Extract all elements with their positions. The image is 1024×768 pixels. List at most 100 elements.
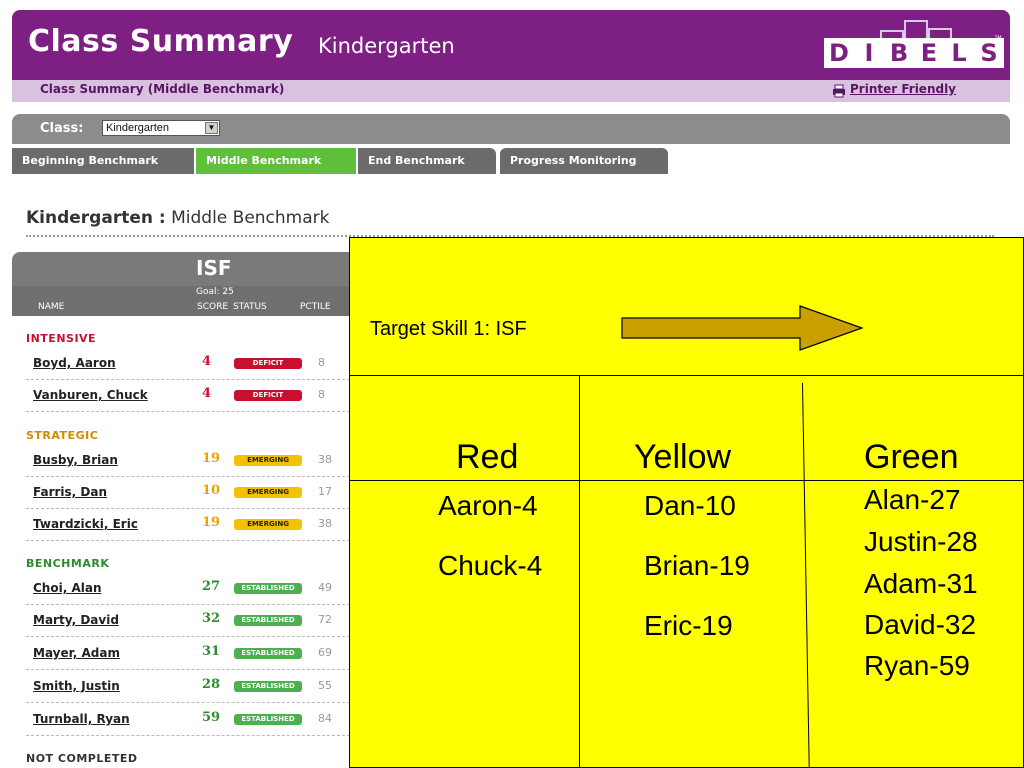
section-title: Kindergarten : Middle Benchmark — [26, 208, 329, 228]
student-name-link[interactable]: Vanburen, Chuck — [33, 388, 148, 402]
group-label-strategic: STRATEGIC — [26, 429, 99, 442]
list-item: Adam-31 — [864, 568, 978, 599]
target-skill-label: Target Skill 1: ISF — [370, 318, 527, 340]
table-row: Smith, Justin 28 ESTABLISHED 55 — [26, 671, 350, 703]
list-item: Aaron-4 — [438, 490, 538, 521]
status-badge: ESTABLISHED — [234, 615, 302, 626]
status-badge: ESTABLISHED — [234, 714, 302, 725]
status-badge: DEFICIT — [234, 390, 302, 401]
column-heading-red: Red — [456, 438, 519, 476]
student-score: 10 — [202, 483, 221, 498]
student-pctile: 8 — [318, 356, 325, 369]
group-label-not-completed: NOT COMPLETED — [26, 752, 138, 765]
student-pctile: 38 — [318, 517, 332, 530]
column-header-score: SCORE — [197, 302, 229, 312]
status-badge: ESTABLISHED — [234, 648, 302, 659]
isf-title: ISF — [196, 256, 232, 280]
group-label-benchmark: BENCHMARK — [26, 557, 110, 570]
student-pctile: 55 — [318, 679, 332, 692]
list-item: David-32 — [864, 609, 977, 640]
student-pctile: 17 — [318, 485, 332, 498]
tab-middle-benchmark[interactable]: Middle Benchmark — [196, 148, 356, 174]
overlay-divider — [349, 375, 1024, 376]
tab-end-benchmark[interactable]: End Benchmark — [358, 148, 496, 174]
student-pctile: 49 — [318, 581, 332, 594]
subheader-title: Class Summary (Middle Benchmark) — [40, 82, 285, 96]
student-score: 19 — [202, 451, 221, 466]
table-row: Marty, David 32 ESTABLISHED 72 — [26, 605, 350, 637]
isf-goal: Goal: 25 — [196, 287, 234, 297]
student-name-link[interactable]: Smith, Justin — [33, 679, 120, 693]
table-row: Twardzicki, Eric 19 EMERGING 38 — [26, 509, 350, 541]
list-item: Chuck-4 — [438, 550, 543, 581]
page-title: Class Summary — [28, 24, 294, 59]
status-badge: EMERGING — [234, 519, 302, 530]
table-row: Turnball, Ryan 59 ESTABLISHED 84 — [26, 704, 350, 736]
tab-beginning-benchmark[interactable]: Beginning Benchmark — [12, 148, 194, 174]
group-label-intensive: INTENSIVE — [26, 332, 97, 345]
student-name-link[interactable]: Farris, Dan — [33, 485, 107, 499]
overlay-divider — [349, 480, 1024, 481]
student-name-link[interactable]: Busby, Brian — [33, 453, 118, 467]
isf-panel-header — [12, 252, 362, 286]
student-name-link[interactable]: Boyd, Aaron — [33, 356, 116, 370]
student-name-link[interactable]: Twardzicki, Eric — [33, 517, 138, 531]
overlay-divider — [579, 375, 580, 768]
dibels-logo: D I B E L S ™ — [820, 20, 1004, 68]
logo-letter: E — [914, 38, 944, 68]
class-label: Class: — [40, 121, 84, 136]
page-subtitle: Kindergarten — [318, 34, 455, 58]
printer-icon[interactable] — [832, 84, 846, 98]
section-separator: : — [152, 208, 166, 228]
student-score: 4 — [202, 354, 212, 369]
trademark-symbol: ™ — [994, 34, 1002, 43]
student-pctile: 69 — [318, 646, 332, 659]
class-select[interactable]: Kindergarten ▼ — [102, 120, 220, 136]
section-grade: Kindergarten — [26, 208, 153, 228]
list-item: Alan-27 — [864, 484, 961, 515]
list-item: Ryan-59 — [864, 650, 970, 681]
column-header-pctile: PCTILE — [300, 302, 331, 312]
table-row: Farris, Dan 10 EMERGING 17 — [26, 477, 350, 509]
column-heading-yellow: Yellow — [634, 438, 732, 476]
status-badge: ESTABLISHED — [234, 681, 302, 692]
student-score: 27 — [202, 579, 221, 594]
student-pctile: 8 — [318, 388, 325, 401]
logo-letter: B — [884, 38, 914, 68]
student-name-link[interactable]: Marty, David — [33, 613, 119, 627]
list-item: Justin-28 — [864, 526, 978, 557]
student-name-link[interactable]: Mayer, Adam — [33, 646, 120, 660]
status-badge: EMERGING — [234, 455, 302, 466]
list-item: Eric-19 — [644, 610, 733, 641]
logo-letter: D — [824, 38, 854, 68]
student-pctile: 72 — [318, 613, 332, 626]
column-header-name: NAME — [38, 302, 65, 312]
student-score: 31 — [202, 644, 221, 659]
student-pctile: 38 — [318, 453, 332, 466]
student-score: 28 — [202, 677, 221, 692]
student-name-link[interactable]: Choi, Alan — [33, 581, 101, 595]
logo-letter: L — [944, 38, 974, 68]
class-select-value: Kindergarten — [106, 122, 169, 134]
printer-friendly-link[interactable]: Printer Friendly — [850, 82, 956, 96]
column-header-status: STATUS — [233, 302, 267, 312]
right-arrow-icon — [621, 305, 864, 351]
table-row: Mayer, Adam 31 ESTABLISHED 69 — [26, 638, 350, 670]
logo-letter: I — [854, 38, 884, 68]
table-row: Boyd, Aaron 4 DEFICIT 8 — [26, 348, 350, 380]
student-pctile: 84 — [318, 712, 332, 725]
table-row: Vanburen, Chuck 4 DEFICIT 8 — [26, 380, 350, 412]
tab-progress-monitoring[interactable]: Progress Monitoring — [500, 148, 668, 174]
student-name-link[interactable]: Turnball, Ryan — [33, 712, 130, 726]
column-heading-green: Green — [864, 438, 959, 476]
list-item: Brian-19 — [644, 550, 750, 581]
status-badge: DEFICIT — [234, 358, 302, 369]
table-row: Busby, Brian 19 EMERGING 38 — [26, 445, 350, 477]
chevron-down-icon[interactable]: ▼ — [205, 122, 218, 134]
list-item: Dan-10 — [644, 490, 736, 521]
student-score: 19 — [202, 515, 221, 530]
table-row: Choi, Alan 27 ESTABLISHED 49 — [26, 573, 350, 605]
status-badge: EMERGING — [234, 487, 302, 498]
student-score: 32 — [202, 611, 221, 626]
section-period: Middle Benchmark — [171, 208, 330, 228]
